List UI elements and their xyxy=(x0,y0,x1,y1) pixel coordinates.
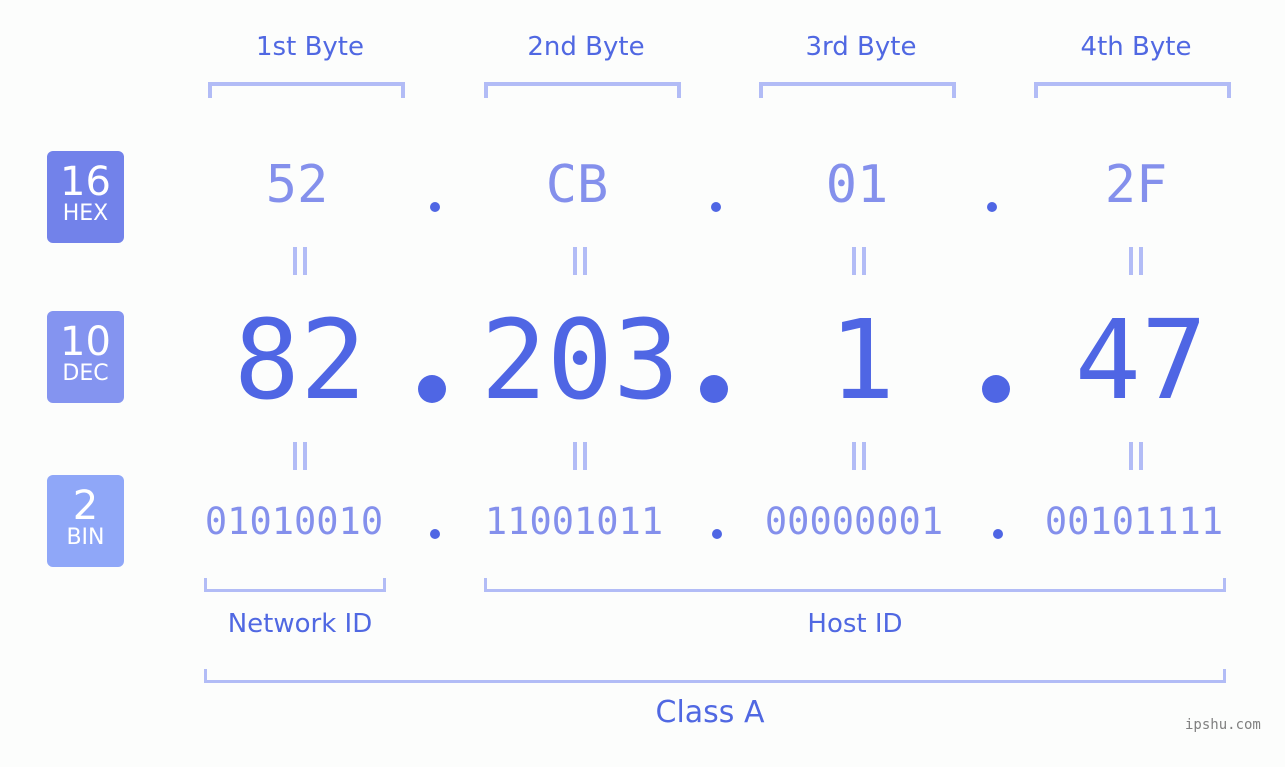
network-id-bracket xyxy=(204,578,386,592)
byte-bracket-1 xyxy=(208,82,405,98)
equals-icon xyxy=(1129,442,1143,470)
equals-icon xyxy=(573,247,587,275)
host-id-label: Host ID xyxy=(807,609,903,639)
class-label: Class A xyxy=(655,695,765,730)
dec-separator-dot xyxy=(418,375,446,403)
class-bracket xyxy=(204,669,1226,683)
equals-icon xyxy=(293,442,307,470)
hex-value-1: 52 xyxy=(265,155,329,215)
byte-bracket-2 xyxy=(484,82,681,98)
bin-value-4: 00101111 xyxy=(1044,500,1224,543)
bin-value-3: 00000001 xyxy=(764,500,944,543)
dec-value-3: 1 xyxy=(828,296,896,424)
bin-badge: 2 BIN xyxy=(47,475,124,567)
hex-separator-dot xyxy=(987,202,997,212)
hex-value-4: 2F xyxy=(1104,155,1168,215)
bin-badge-label: BIN xyxy=(66,525,105,550)
byte-label-4: 4th Byte xyxy=(1080,32,1192,62)
network-id-label: Network ID xyxy=(227,609,373,639)
equals-icon xyxy=(293,247,307,275)
bin-value-2: 11001011 xyxy=(484,500,664,543)
host-id-bracket xyxy=(484,578,1226,592)
hex-separator-dot xyxy=(711,202,721,212)
dec-value-2: 203 xyxy=(480,296,680,424)
hex-separator-dot xyxy=(430,202,440,212)
dec-value-4: 47 xyxy=(1074,296,1208,424)
bin-separator-dot xyxy=(993,529,1003,539)
dec-separator-dot xyxy=(982,375,1010,403)
byte-label-1: 1st Byte xyxy=(256,32,364,62)
dec-badge-number: 10 xyxy=(60,319,111,365)
watermark: ipshu.com xyxy=(1185,717,1261,733)
hex-badge-number: 16 xyxy=(60,159,111,205)
hex-badge: 16 HEX xyxy=(47,151,124,243)
bin-separator-dot xyxy=(430,529,440,539)
bin-separator-dot xyxy=(712,529,722,539)
byte-label-2: 2nd Byte xyxy=(527,32,645,62)
hex-badge-label: HEX xyxy=(62,201,109,226)
dec-badge-label: DEC xyxy=(62,361,109,386)
bin-value-1: 01010010 xyxy=(204,500,384,543)
hex-value-2: CB xyxy=(545,155,609,215)
equals-icon xyxy=(852,247,866,275)
byte-bracket-3 xyxy=(759,82,956,98)
hex-value-3: 01 xyxy=(825,155,889,215)
equals-icon xyxy=(1129,247,1143,275)
dec-separator-dot xyxy=(700,375,728,403)
dec-value-1: 82 xyxy=(233,296,367,424)
byte-bracket-4 xyxy=(1034,82,1231,98)
equals-icon xyxy=(573,442,587,470)
dec-badge: 10 DEC xyxy=(47,311,124,403)
bin-badge-number: 2 xyxy=(72,483,99,529)
byte-label-3: 3rd Byte xyxy=(805,32,917,62)
equals-icon xyxy=(852,442,866,470)
